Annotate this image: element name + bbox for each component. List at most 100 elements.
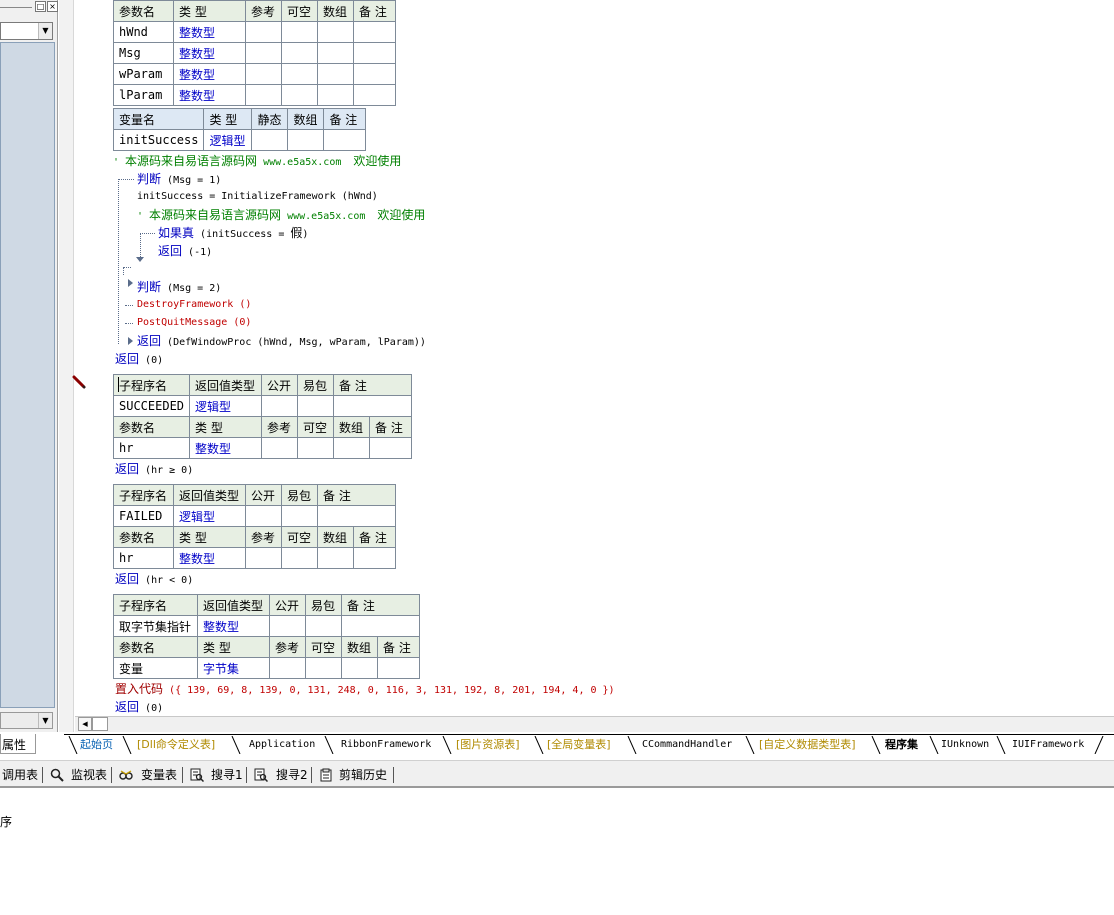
param-name[interactable]: wParam	[113, 63, 174, 85]
table-cell[interactable]	[245, 84, 282, 106]
code-line[interactable]: 判断 (Msg = 2)	[137, 280, 221, 296]
table-cell[interactable]	[317, 505, 396, 527]
param-type[interactable]: 字节集	[197, 657, 270, 679]
return-type[interactable]: 整数型	[197, 615, 270, 637]
table-cell[interactable]	[317, 547, 354, 569]
code-line[interactable]: initSuccess = InitializeFramework (hWnd)	[137, 190, 378, 204]
table-row[interactable]: lParam 整数型	[113, 84, 396, 106]
object-selector-dropdown[interactable]: ▼	[0, 22, 53, 40]
code-line[interactable]: 返回 (hr < 0)	[115, 572, 193, 588]
table-row[interactable]: hWnd 整数型	[113, 21, 396, 43]
param-name[interactable]: 变量	[113, 657, 198, 679]
table-cell[interactable]	[245, 63, 282, 85]
table-cell[interactable]	[245, 42, 282, 64]
close-icon[interactable]: ×	[47, 1, 58, 12]
tab-iunknown[interactable]: IUnknown	[941, 735, 989, 754]
sub-name[interactable]: SUCCEEDED	[112, 395, 191, 417]
table-cell[interactable]	[341, 657, 378, 679]
table-cell[interactable]	[305, 615, 342, 637]
code-line[interactable]: DestroyFramework ()	[137, 298, 251, 312]
table-cell[interactable]	[297, 437, 335, 459]
code-line[interactable]: 如果真 (initSuccess = 假)	[158, 226, 308, 242]
return-type[interactable]: 逻辑型	[189, 395, 263, 417]
table-cell[interactable]	[377, 657, 420, 679]
table-cell[interactable]	[333, 437, 371, 459]
panel-scroll-down-button[interactable]: ▼	[0, 712, 53, 729]
var-name[interactable]: initSuccess	[112, 129, 205, 151]
watch-table-button[interactable]: 监视表	[71, 767, 107, 783]
scroll-left-icon[interactable]: ◀	[78, 717, 92, 731]
table-cell[interactable]	[281, 21, 318, 43]
table-cell[interactable]	[297, 395, 335, 417]
param-type[interactable]: 整数型	[173, 21, 246, 43]
table-cell[interactable]	[305, 657, 342, 679]
table-cell[interactable]	[245, 547, 282, 569]
call-table-button[interactable]: 调用表	[2, 767, 38, 783]
search2-button[interactable]: 搜寻2	[276, 767, 308, 783]
table-cell[interactable]	[287, 129, 325, 151]
scrollbar-thumb[interactable]	[92, 717, 108, 731]
table-cell[interactable]	[323, 129, 367, 151]
param-name[interactable]: hWnd	[113, 21, 174, 43]
tab-iuiframework[interactable]: IUIFramework	[1012, 735, 1084, 754]
code-line[interactable]: ' 本源码来自易语言源码网 www.e5a5x.com 欢迎使用	[137, 208, 425, 224]
clip-history-button[interactable]: 剪辑历史	[339, 767, 387, 783]
code-line[interactable]: 返回 (DefWindowProc (hWnd, Msg, wParam, lP…	[137, 334, 426, 350]
table-cell[interactable]	[317, 63, 354, 85]
table-cell[interactable]	[353, 84, 396, 106]
param-type[interactable]: 整数型	[173, 63, 246, 85]
table-row[interactable]: Msg 整数型	[113, 42, 396, 64]
table-cell[interactable]	[261, 437, 299, 459]
chevron-down-icon[interactable]: ▼	[38, 23, 52, 39]
tab-application[interactable]: Application	[249, 735, 315, 754]
table-cell[interactable]	[369, 437, 413, 459]
table-cell[interactable]	[281, 505, 318, 527]
param-type[interactable]: 整数型	[173, 84, 246, 106]
var-type[interactable]: 逻辑型	[203, 129, 253, 151]
table-row[interactable]: 变量 字节集	[113, 657, 420, 679]
table-row[interactable]: SUCCEEDED 逻辑型	[112, 395, 413, 417]
table-row[interactable]: 取字节集指针 整数型	[113, 615, 420, 637]
table-cell[interactable]	[353, 42, 396, 64]
horizontal-scrollbar[interactable]	[75, 716, 1114, 732]
tab-image-resources[interactable]: [图片资源表]	[456, 735, 520, 754]
param-type[interactable]: 整数型	[189, 437, 263, 459]
table-cell[interactable]	[261, 395, 299, 417]
table-cell[interactable]	[317, 84, 354, 106]
table-row[interactable]: hr 整数型	[113, 547, 396, 569]
chevron-down-icon[interactable]: ▼	[38, 713, 52, 728]
table-cell[interactable]	[281, 63, 318, 85]
code-line[interactable]: 置入代码 ({ 139, 69, 8, 139, 0, 131, 248, 0,…	[115, 682, 615, 698]
search1-button[interactable]: 搜寻1	[211, 767, 243, 783]
return-type[interactable]: 逻辑型	[173, 505, 246, 527]
param-name[interactable]: hr	[113, 547, 174, 569]
table-cell[interactable]	[245, 21, 282, 43]
tab-dll-commands[interactable]: [Dll命令定义表]	[137, 735, 215, 754]
tab-properties[interactable]: 属性	[0, 734, 36, 754]
table-cell[interactable]	[317, 21, 354, 43]
table-row[interactable]: initSuccess 逻辑型	[112, 129, 367, 151]
tab-program-set[interactable]: 程序集	[885, 735, 918, 754]
param-type[interactable]: 整数型	[173, 547, 246, 569]
table-row[interactable]: hr 整数型	[112, 437, 413, 459]
table-cell[interactable]	[317, 42, 354, 64]
code-editor[interactable]: 参数名 类 型 参考 可空 数组 备 注 hWnd 整数型 Msg 整数型 wPar…	[75, 0, 1114, 716]
code-line[interactable]: 判断 (Msg = 1)	[137, 172, 221, 188]
table-row[interactable]: wParam 整数型	[113, 63, 396, 85]
code-line[interactable]: 返回 (0)	[115, 352, 163, 368]
table-row[interactable]: FAILED 逻辑型	[113, 505, 396, 527]
property-list[interactable]	[0, 42, 55, 708]
table-cell[interactable]	[333, 395, 413, 417]
param-name[interactable]: Msg	[113, 42, 174, 64]
code-line[interactable]: ' 本源码来自易语言源码网 www.e5a5x.com 欢迎使用	[113, 154, 401, 170]
maximize-icon[interactable]: □	[35, 1, 46, 12]
tab-global-vars[interactable]: [全局变量表]	[547, 735, 611, 754]
param-name[interactable]: hr	[112, 437, 191, 459]
code-line[interactable]: PostQuitMessage (0)	[137, 316, 251, 330]
sub-name[interactable]: FAILED	[113, 505, 174, 527]
code-line[interactable]: 返回 (hr ≥ 0)	[115, 462, 193, 478]
table-cell[interactable]	[269, 657, 306, 679]
code-line[interactable]: 返回 (-1)	[158, 244, 212, 260]
table-cell[interactable]	[353, 21, 396, 43]
param-type[interactable]: 整数型	[173, 42, 246, 64]
